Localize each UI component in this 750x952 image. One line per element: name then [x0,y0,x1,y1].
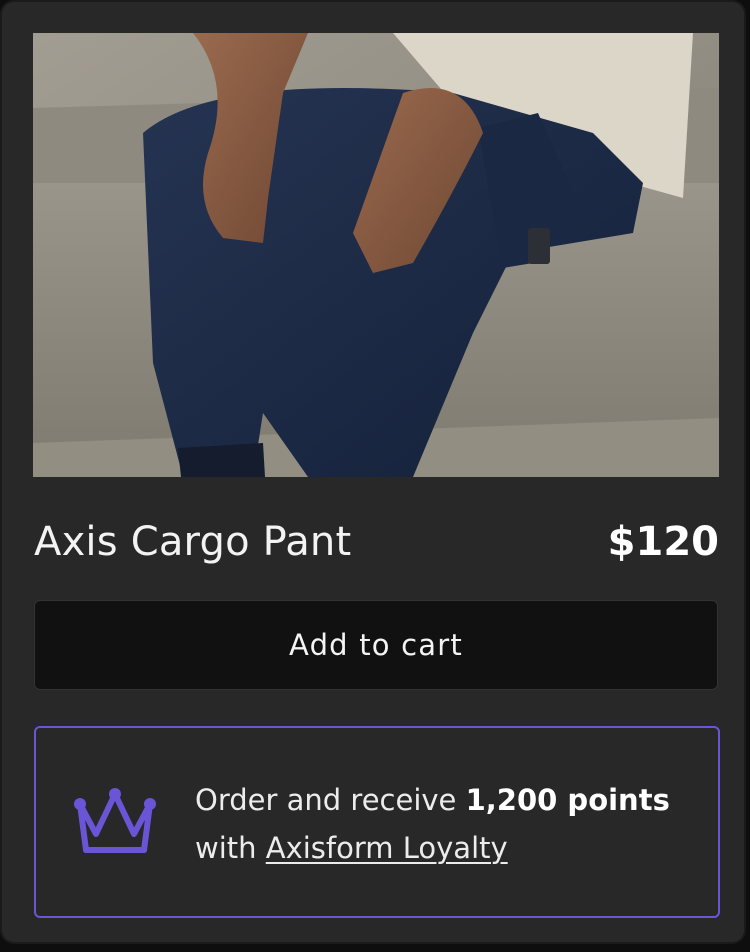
add-to-cart-button[interactable]: Add to cart [34,600,718,690]
product-card: Axis Cargo Pant $120 Add to cart Order a… [0,0,746,944]
loyalty-lead-text: Order and receive [195,783,466,817]
loyalty-program-link[interactable]: Axisform Loyalty [266,831,508,865]
crown-icon [74,788,156,853]
loyalty-message: Order and receive 1,200 points with Axis… [195,776,670,872]
loyalty-banner: Order and receive 1,200 points with Axis… [34,726,720,918]
product-name: Axis Cargo Pant [34,519,352,565]
product-image [33,33,719,477]
product-title-row: Axis Cargo Pant $120 [33,512,719,572]
loyalty-with-text: with [195,831,266,865]
product-price: $120 [607,519,719,565]
loyalty-points: 1,200 points [465,783,670,817]
